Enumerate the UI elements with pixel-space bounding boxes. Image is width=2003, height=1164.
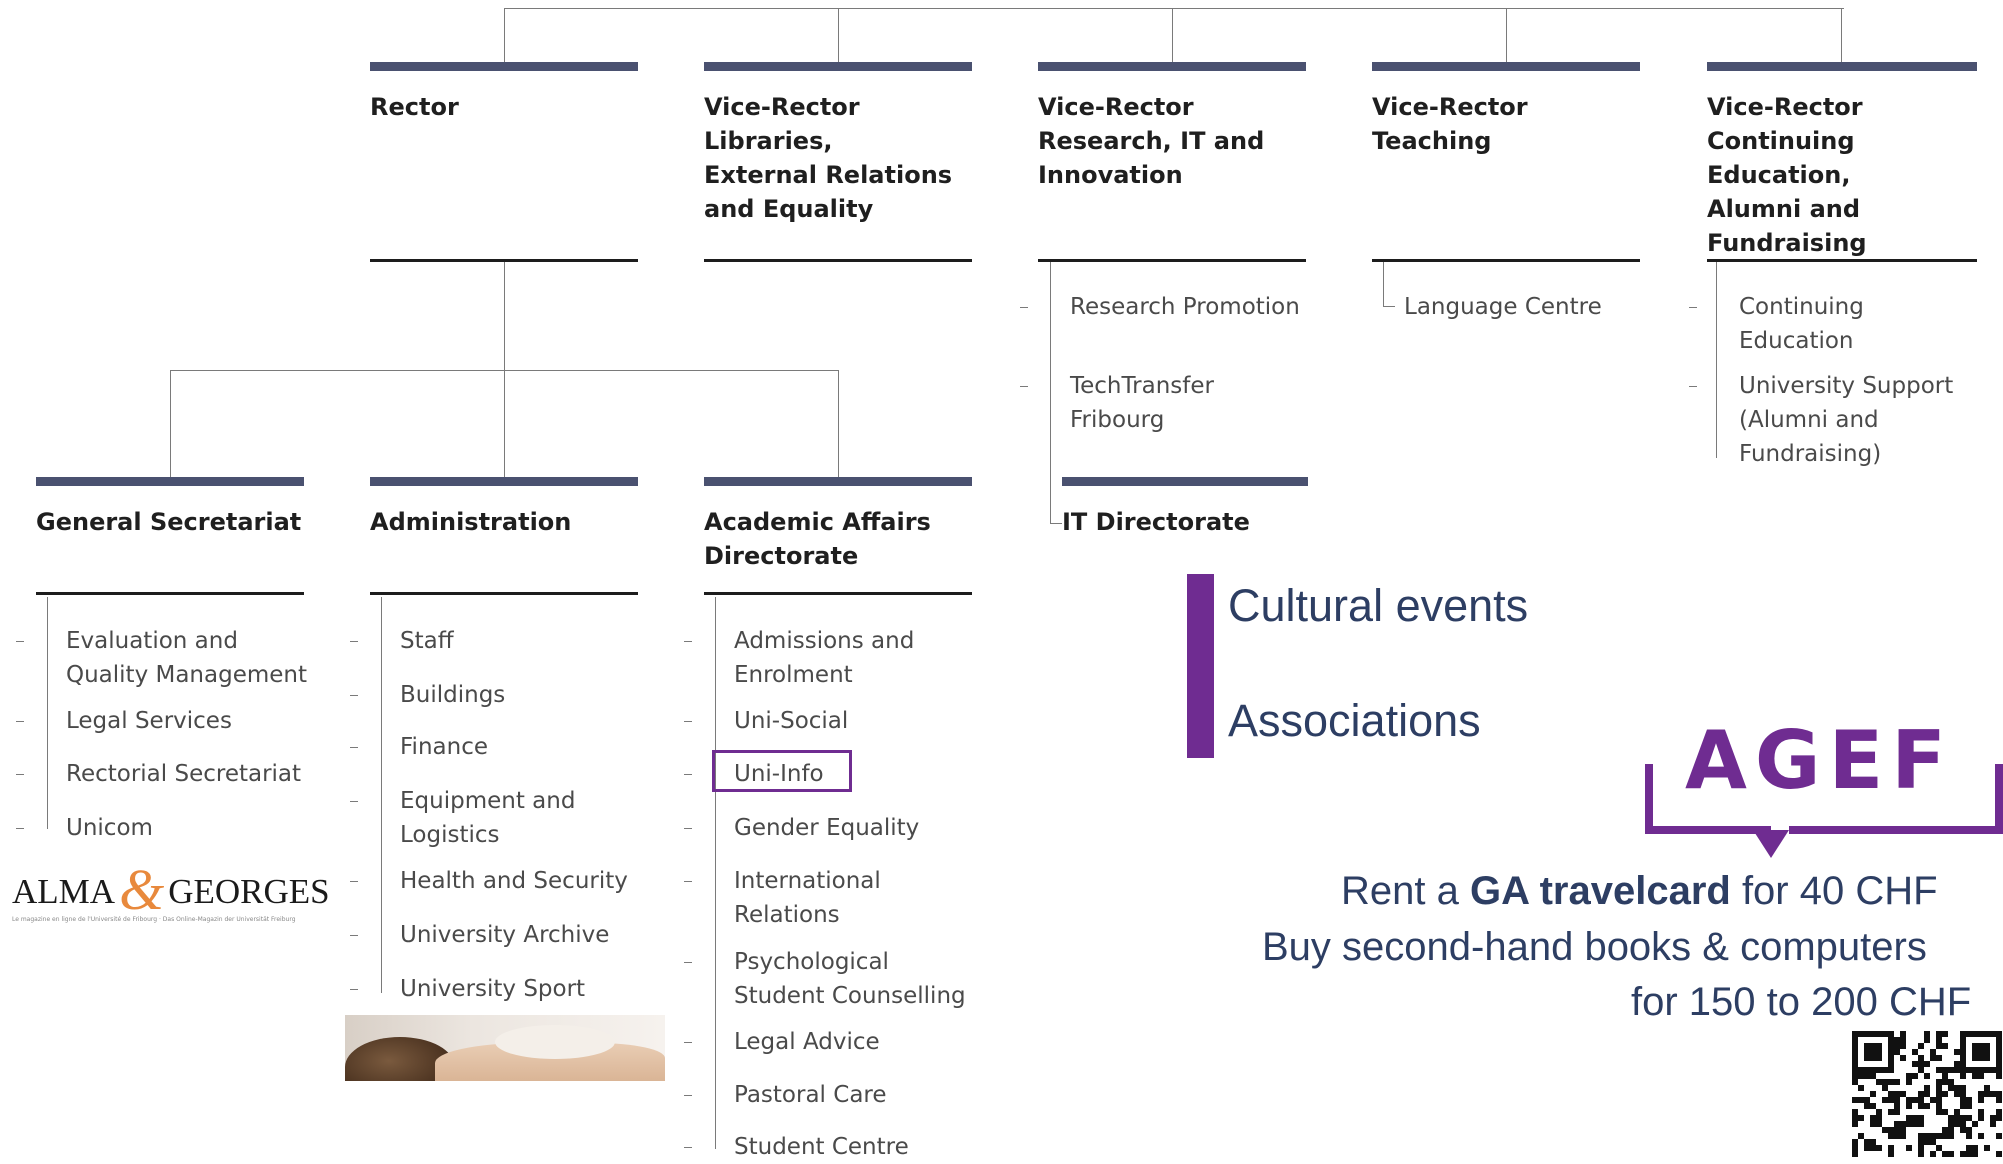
list-item: Legal Services bbox=[16, 704, 232, 738]
unit-title: Vice-Rector Teaching bbox=[1372, 93, 1528, 155]
list-item: Evaluation and Quality Management bbox=[16, 624, 307, 692]
list-item: Research Promotion bbox=[1020, 290, 1300, 324]
divider bbox=[370, 592, 638, 595]
logo-text: ALMA bbox=[12, 872, 116, 911]
qr-code bbox=[1852, 1031, 2002, 1157]
list-item: University Sport bbox=[350, 972, 585, 1006]
unit-title: General Secretariat bbox=[36, 508, 302, 536]
header-bar bbox=[1062, 477, 1308, 486]
list-item: Pastoral Care bbox=[684, 1078, 887, 1112]
header-bar bbox=[1372, 62, 1640, 71]
unit-title: Vice-Rector Continuing Education, Alumni… bbox=[1707, 93, 1867, 257]
header-bar bbox=[370, 62, 638, 71]
side-accent-bar bbox=[1187, 574, 1214, 758]
list-item: International Relations bbox=[684, 864, 881, 932]
list-item: TechTransfer Fribourg bbox=[1020, 369, 1214, 437]
divider bbox=[704, 259, 972, 262]
unit-title: Vice-Rector Libraries, External Relation… bbox=[704, 93, 953, 223]
list-item: Staff bbox=[350, 624, 454, 658]
alma-georges-logo: ALMA& GEORGES Le magazine en ligne de l'U… bbox=[12, 856, 337, 926]
divider bbox=[1707, 259, 1977, 262]
header-bar bbox=[36, 477, 304, 486]
logo-tagline: Le magazine en ligne de l'Université de … bbox=[12, 916, 296, 923]
list-item: Gender Equality bbox=[684, 811, 919, 845]
list-item: Psychological Student Counselling bbox=[684, 945, 966, 1013]
divider bbox=[370, 259, 638, 262]
unit-title: Rector bbox=[370, 93, 459, 121]
list-item: Language Centre bbox=[1404, 294, 1602, 320]
list-item: Unicom bbox=[16, 811, 153, 845]
divider bbox=[704, 592, 972, 595]
unit-title: IT Directorate bbox=[1062, 508, 1250, 536]
promo-line-1: Rent a GA travelcard for 40 CHF bbox=[1341, 869, 1938, 913]
list-item: Admissions and Enrolment bbox=[684, 624, 914, 692]
unit-title: Academic Affairs Directorate bbox=[704, 508, 931, 570]
list-item: Student Centre bbox=[684, 1130, 909, 1164]
logo-text: GEORGES bbox=[168, 872, 330, 911]
associations-label: Associations bbox=[1228, 695, 1481, 746]
promo-line-2: Buy second-hand books & computers bbox=[1262, 925, 1927, 969]
divider bbox=[36, 592, 304, 595]
agef-speech-bracket bbox=[1645, 764, 2003, 858]
header-bar bbox=[370, 477, 638, 486]
unit-title: Administration bbox=[370, 508, 572, 536]
list-item: Buildings bbox=[350, 678, 505, 712]
divider bbox=[1372, 259, 1640, 262]
list-item: Legal Advice bbox=[684, 1025, 880, 1059]
agef-logo: AGEF bbox=[1643, 718, 2003, 868]
list-item: Finance bbox=[350, 730, 488, 764]
header-bar bbox=[1707, 62, 1977, 71]
logo-ampersand: & bbox=[119, 857, 165, 922]
promo-line-3: for 150 to 200 CHF bbox=[1631, 980, 1972, 1024]
divider bbox=[1038, 259, 1306, 262]
list-item: Equipment and Logistics bbox=[350, 784, 575, 852]
unit-title: Vice-Rector Research, IT and Innovation bbox=[1038, 93, 1265, 189]
sport-photo bbox=[345, 1015, 665, 1081]
list-item: Rectorial Secretariat bbox=[16, 757, 301, 791]
list-item: Continuing Education bbox=[1689, 290, 1864, 358]
header-bar bbox=[704, 477, 972, 486]
list-item: Uni-Social bbox=[684, 704, 848, 738]
cultural-events-label: Cultural events bbox=[1228, 580, 1529, 631]
list-item: University Support (Alumni and Fundraisi… bbox=[1689, 369, 1953, 471]
header-bar bbox=[704, 62, 972, 71]
list-item: University Archive bbox=[350, 918, 609, 952]
header-bar bbox=[1038, 62, 1306, 71]
list-item: Health and Security bbox=[350, 864, 628, 898]
uni-info-highlight-box bbox=[712, 750, 852, 792]
